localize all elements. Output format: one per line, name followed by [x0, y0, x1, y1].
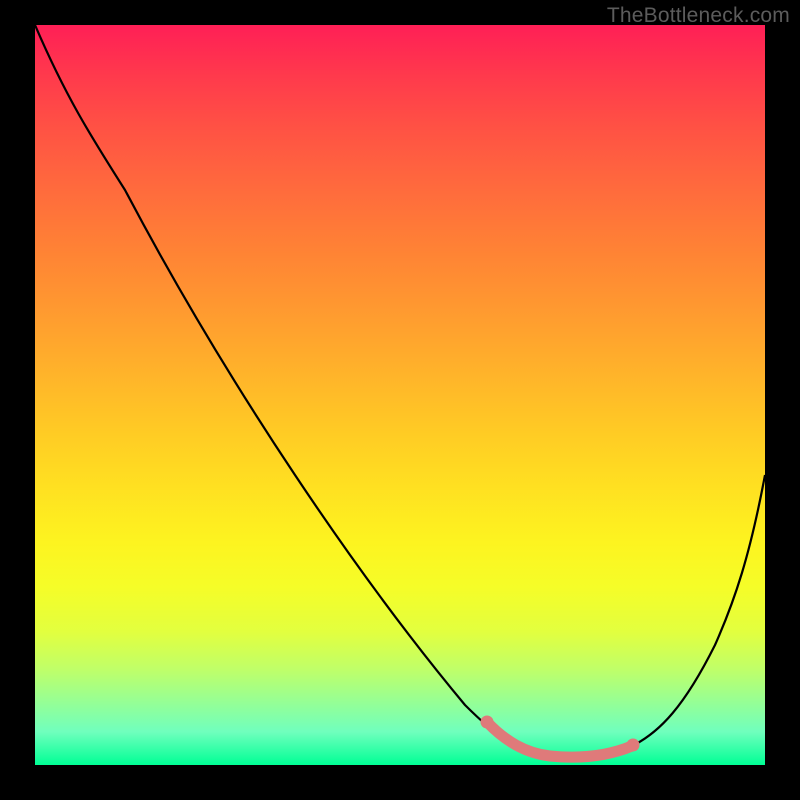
canvas: TheBottleneck.com	[0, 0, 800, 800]
highlight-segment	[487, 722, 632, 757]
main-curve	[35, 25, 765, 756]
highlight-end-dot	[627, 739, 640, 752]
watermark-text: TheBottleneck.com	[607, 4, 790, 28]
chart-svg	[35, 25, 765, 765]
plot-area	[35, 25, 765, 765]
